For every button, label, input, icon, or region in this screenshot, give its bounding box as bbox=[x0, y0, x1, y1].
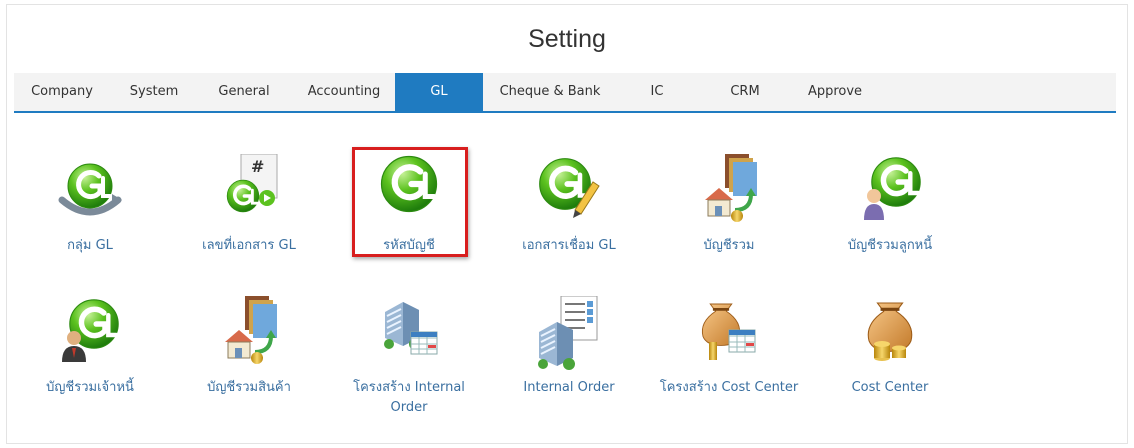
creditor-control-account-icon bbox=[52, 296, 128, 372]
item-cost-center-structure[interactable]: โครงสร้าง Cost Center bbox=[654, 296, 804, 398]
cost-center-structure-icon bbox=[691, 296, 767, 372]
page-title: Setting bbox=[528, 25, 606, 53]
item-creditor-control-account[interactable]: บัญชีรวมเจ้าหนี้ bbox=[15, 296, 165, 398]
gl-link-document-icon bbox=[531, 154, 607, 230]
tab-crm[interactable]: CRM bbox=[720, 73, 770, 111]
item-inventory-control-account[interactable]: บัญชีรวมสินค้า bbox=[174, 296, 324, 398]
item-debtor-control-account[interactable]: บัญชีรวมลูกหนี้ bbox=[815, 154, 965, 256]
gl-document-number-icon: # bbox=[211, 154, 287, 230]
gl-account-code-icon bbox=[371, 154, 447, 230]
consolidated-account-icon bbox=[691, 154, 767, 230]
internal-order-structure-icon bbox=[371, 296, 447, 372]
settings-tab-bar: Company System General Accounting GL Che… bbox=[14, 73, 1116, 113]
item-label: Internal Order bbox=[523, 380, 615, 395]
item-label: บัญชีรวมเจ้าหนี้ bbox=[46, 380, 134, 395]
cost-center-icon bbox=[852, 296, 928, 372]
item-gl-document-number[interactable]: # เลขที่เอกสาร GL bbox=[174, 154, 324, 256]
tab-gl[interactable]: GL bbox=[395, 73, 483, 111]
debtor-control-account-icon bbox=[852, 154, 928, 230]
internal-order-icon bbox=[531, 296, 607, 372]
inventory-control-account-icon bbox=[211, 296, 287, 372]
item-label: เอกสารเชื่อม GL bbox=[522, 238, 616, 253]
item-label: บัญชีรวมลูกหนี้ bbox=[847, 238, 933, 253]
item-internal-order-structure[interactable]: โครงสร้าง Internal Order bbox=[334, 296, 484, 418]
item-gl-link-document[interactable]: เอกสารเชื่อม GL bbox=[494, 154, 644, 256]
svg-text:#: # bbox=[251, 157, 264, 176]
item-label: เลขที่เอกสาร GL bbox=[202, 238, 296, 253]
tab-company[interactable]: Company bbox=[24, 73, 100, 111]
item-gl-group[interactable]: กลุ่ม GL bbox=[15, 154, 165, 256]
item-label: โครงสร้าง Internal Order bbox=[353, 380, 465, 415]
tab-cheque-bank[interactable]: Cheque & Bank bbox=[492, 73, 608, 111]
item-label: บัญชีรวม bbox=[703, 238, 755, 253]
tab-system[interactable]: System bbox=[122, 73, 186, 111]
tab-approve[interactable]: Approve bbox=[799, 73, 871, 111]
item-label: รหัสบัญชี bbox=[383, 238, 435, 253]
item-gl-account-code[interactable]: รหัสบัญชี bbox=[334, 154, 484, 256]
item-label: Cost Center bbox=[851, 380, 929, 395]
item-internal-order[interactable]: Internal Order bbox=[494, 296, 644, 398]
tab-accounting[interactable]: Accounting bbox=[296, 73, 392, 111]
item-label: บัญชีรวมสินค้า bbox=[207, 380, 291, 395]
tab-general[interactable]: General bbox=[210, 73, 278, 111]
item-cost-center[interactable]: Cost Center bbox=[815, 296, 965, 398]
gl-group-icon bbox=[52, 154, 128, 230]
item-label: กลุ่ม GL bbox=[67, 238, 113, 253]
tab-ic[interactable]: IC bbox=[639, 73, 675, 111]
item-label: โครงสร้าง Cost Center bbox=[659, 380, 799, 395]
item-consolidated-account[interactable]: บัญชีรวม bbox=[654, 154, 804, 256]
